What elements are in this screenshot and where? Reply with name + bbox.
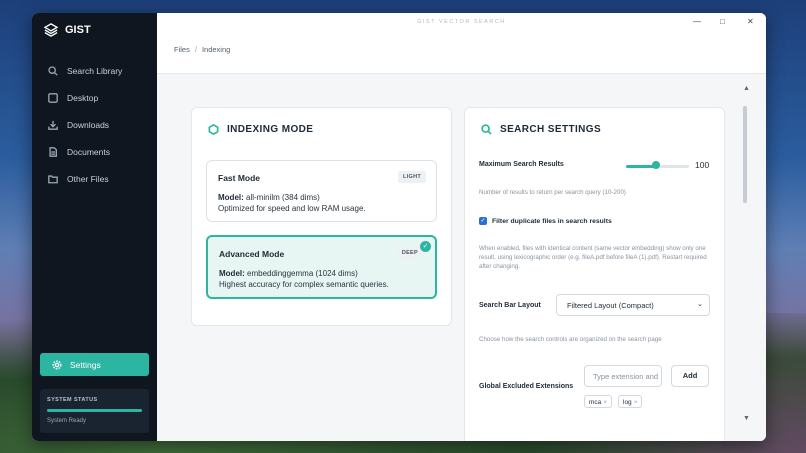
desktop-icon (48, 92, 58, 103)
document-icon (49, 146, 57, 157)
sidebar-item-label: Desktop (67, 92, 99, 103)
indexing-mode-title: INDEXING MODE (208, 124, 313, 135)
sidebar-nav: Search Library Desktop Downloads Documen… (32, 57, 157, 192)
search-bar-layout-help: Choose how the search controls are organ… (479, 336, 662, 343)
brand-name: GIST (65, 24, 91, 36)
sidebar-item-desktop[interactable]: Desktop (32, 84, 157, 111)
sidebar-item-label: Documents (67, 146, 110, 157)
model-value: all-minilm (384 dims) (246, 193, 320, 202)
gear-icon (52, 360, 62, 369)
app-window: GIST Search Library Desktop Downloads Do… (32, 13, 766, 441)
sidebar-item-search-library[interactable]: Search Library (32, 57, 157, 84)
hexagon-icon (208, 124, 219, 135)
advanced-mode-option[interactable]: Advanced Mode DEEP ✓ Model: embeddinggem… (206, 235, 437, 299)
system-status-progress-fill (47, 409, 142, 412)
system-status-panel: SYSTEM STATUS System Ready (40, 389, 149, 433)
sidebar-item-label: Search Library (67, 65, 123, 76)
maximize-button[interactable]: □ (720, 17, 725, 26)
sidebar-item-label: Other Files (67, 173, 109, 184)
fast-mode-option[interactable]: Fast Mode LIGHT Model: all-minilm (384 d… (206, 160, 437, 222)
indexing-mode-card: INDEXING MODE Fast Mode LIGHT Model: all… (191, 107, 452, 326)
chevron-down-icon: ⌄ (697, 301, 703, 308)
sidebar-item-other-files[interactable]: Other Files (32, 165, 157, 192)
indexing-mode-title-text: INDEXING MODE (227, 124, 314, 135)
system-status-progress (47, 409, 142, 412)
scrollbar-thumb[interactable] (743, 106, 747, 203)
system-status-title: SYSTEM STATUS (47, 397, 98, 403)
search-settings-title: SEARCH SETTINGS (481, 124, 601, 135)
scroll-up-arrow-icon[interactable]: ▲ (743, 85, 750, 92)
mode-badge: DEEP (396, 247, 423, 259)
excluded-extensions-label: Global Excluded Extensions (479, 383, 574, 390)
sidebar-item-settings[interactable]: Settings (40, 353, 149, 376)
settings-label: Settings (70, 359, 101, 370)
search-settings-title-text: SEARCH SETTINGS (500, 124, 602, 135)
filter-duplicates-label[interactable]: Filter duplicate files in search results (492, 218, 612, 225)
scroll-down-arrow-icon[interactable]: ▼ (743, 415, 750, 422)
mode-description: Highest accuracy for complex semantic qu… (219, 280, 389, 289)
search-bar-layout-select[interactable]: Filtered Layout (Compact) ⌄ (556, 294, 710, 316)
filter-duplicates-help: When enabled, files with identical conte… (479, 245, 707, 270)
max-results-slider-thumb[interactable] (652, 161, 660, 169)
select-value: Filtered Layout (Compact) (567, 301, 654, 310)
extension-input[interactable]: Type extension and (584, 365, 662, 387)
system-status-text: System Ready (47, 418, 87, 424)
sidebar: GIST Search Library Desktop Downloads Do… (32, 13, 157, 441)
main-area: GIST VECTOR SEARCH — □ ✕ Files / Indexin… (157, 13, 766, 441)
model-label: Model: (219, 269, 245, 278)
breadcrumb-files[interactable]: Files (174, 45, 190, 54)
mode-badge: LIGHT (398, 171, 426, 183)
mode-model: Model: all-minilm (384 dims) (218, 193, 320, 202)
close-button[interactable]: ✕ (747, 17, 754, 26)
tag-label: mca (589, 399, 602, 406)
sidebar-item-documents[interactable]: Documents (32, 138, 157, 165)
selected-check-icon: ✓ (420, 241, 431, 252)
layers-logo-icon (44, 23, 58, 37)
search-bar-layout-label: Search Bar Layout (479, 302, 541, 309)
remove-tag-icon[interactable]: × (634, 399, 638, 406)
remove-tag-icon[interactable]: × (603, 399, 607, 406)
tag-label: log (623, 399, 632, 406)
breadcrumb: Files / Indexing (174, 45, 230, 54)
download-icon (48, 120, 58, 130)
max-results-help: Number of results to return per search q… (479, 189, 626, 196)
window-title: GIST VECTOR SEARCH (417, 19, 506, 25)
add-extension-button[interactable]: Add (671, 365, 709, 387)
search-icon (48, 65, 58, 76)
extension-tag: mca × (584, 395, 613, 408)
max-results-value: 100 (695, 160, 710, 170)
sidebar-item-label: Downloads (67, 119, 110, 130)
max-results-label: Maximum Search Results (479, 161, 564, 168)
model-label: Model: (218, 193, 244, 202)
search-icon (481, 124, 492, 135)
page-header: Files / Indexing (157, 33, 766, 74)
mode-name: Fast Mode (218, 173, 261, 183)
mode-name: Advanced Mode (219, 249, 285, 259)
title-bar: GIST VECTOR SEARCH — □ ✕ (157, 13, 766, 33)
brand: GIST (44, 23, 91, 37)
minimize-button[interactable]: — (693, 17, 701, 26)
breadcrumb-separator: / (194, 45, 197, 54)
mode-description: Optimized for speed and low RAM usage. (218, 204, 366, 213)
sidebar-item-downloads[interactable]: Downloads (32, 111, 157, 138)
model-value: embeddinggemma (1024 dims) (247, 269, 358, 278)
mode-model: Model: embeddinggemma (1024 dims) (219, 269, 358, 278)
extension-tag: log × (618, 395, 643, 408)
folder-icon (48, 174, 58, 183)
search-settings-card: SEARCH SETTINGS Maximum Search Results 1… (464, 107, 725, 441)
filter-duplicates-checkbox[interactable]: ✓ (479, 217, 487, 225)
breadcrumb-indexing: Indexing (201, 45, 231, 54)
